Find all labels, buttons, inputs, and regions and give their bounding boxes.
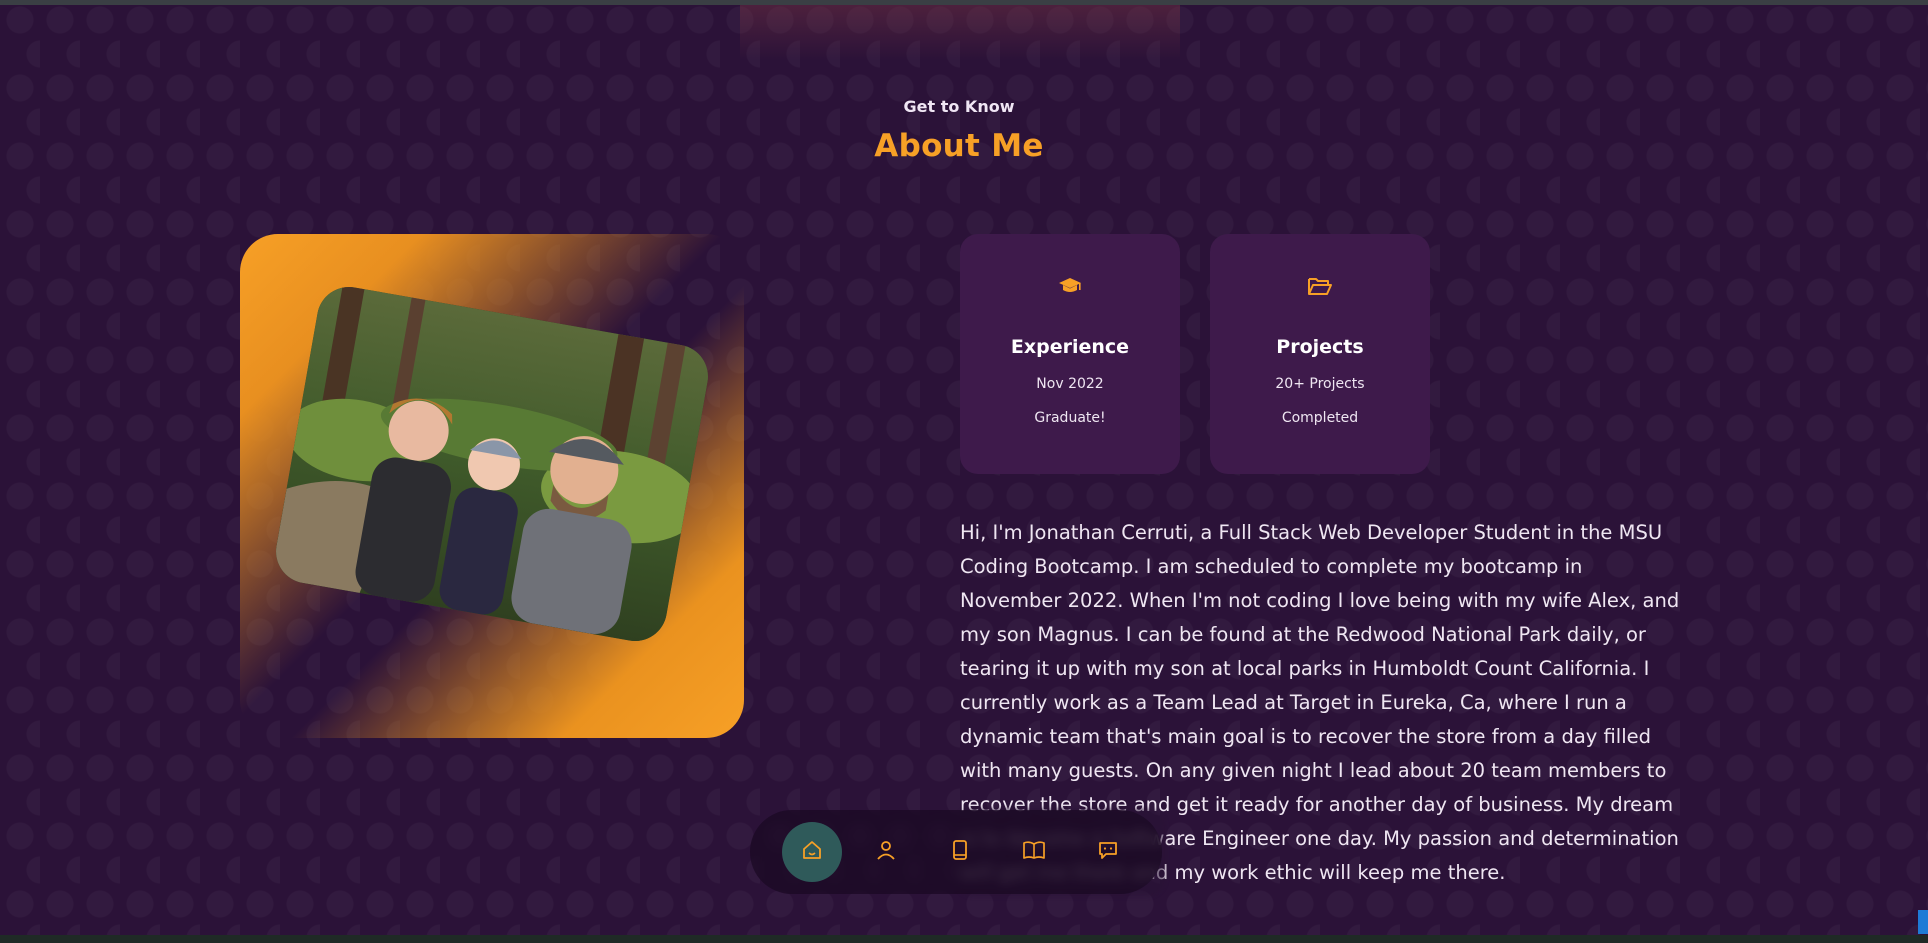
bottom-edge (0, 935, 1928, 943)
projects-card: Projects 20+ Projects Completed (1210, 234, 1430, 474)
experience-card-date: Nov 2022 (1036, 376, 1104, 392)
scrollbar-thumb[interactable] (1918, 910, 1928, 934)
user-icon (875, 839, 897, 865)
nav-experience[interactable] (930, 822, 990, 882)
projects-card-title: Projects (1276, 336, 1364, 358)
nav-portfolio[interactable] (1004, 822, 1064, 882)
family-photo (270, 281, 714, 647)
open-book-icon (1022, 839, 1046, 865)
about-photo-frame (240, 234, 744, 738)
nav-home[interactable] (782, 822, 842, 882)
book-icon (949, 839, 971, 865)
home-icon (801, 839, 823, 865)
experience-card-status: Graduate! (1034, 410, 1106, 426)
message-icon (1097, 839, 1119, 865)
section-title: About Me (874, 128, 1044, 164)
folder-open-icon (1210, 276, 1430, 296)
section-eyebrow: Get to Know (903, 97, 1015, 116)
nav-about[interactable] (856, 822, 916, 882)
nav-contact[interactable] (1078, 822, 1138, 882)
experience-card: Experience Nov 2022 Graduate! (960, 234, 1180, 474)
previous-section-edge (740, 5, 1180, 60)
graduation-cap-icon (960, 276, 1180, 296)
experience-card-title: Experience (1010, 336, 1130, 358)
bottom-nav (750, 810, 1162, 894)
projects-card-status: Completed (1281, 410, 1359, 426)
projects-card-count: 20+ Projects (1275, 376, 1365, 392)
page: Get to Know About Me Experience Nov 2022… (0, 0, 1928, 943)
